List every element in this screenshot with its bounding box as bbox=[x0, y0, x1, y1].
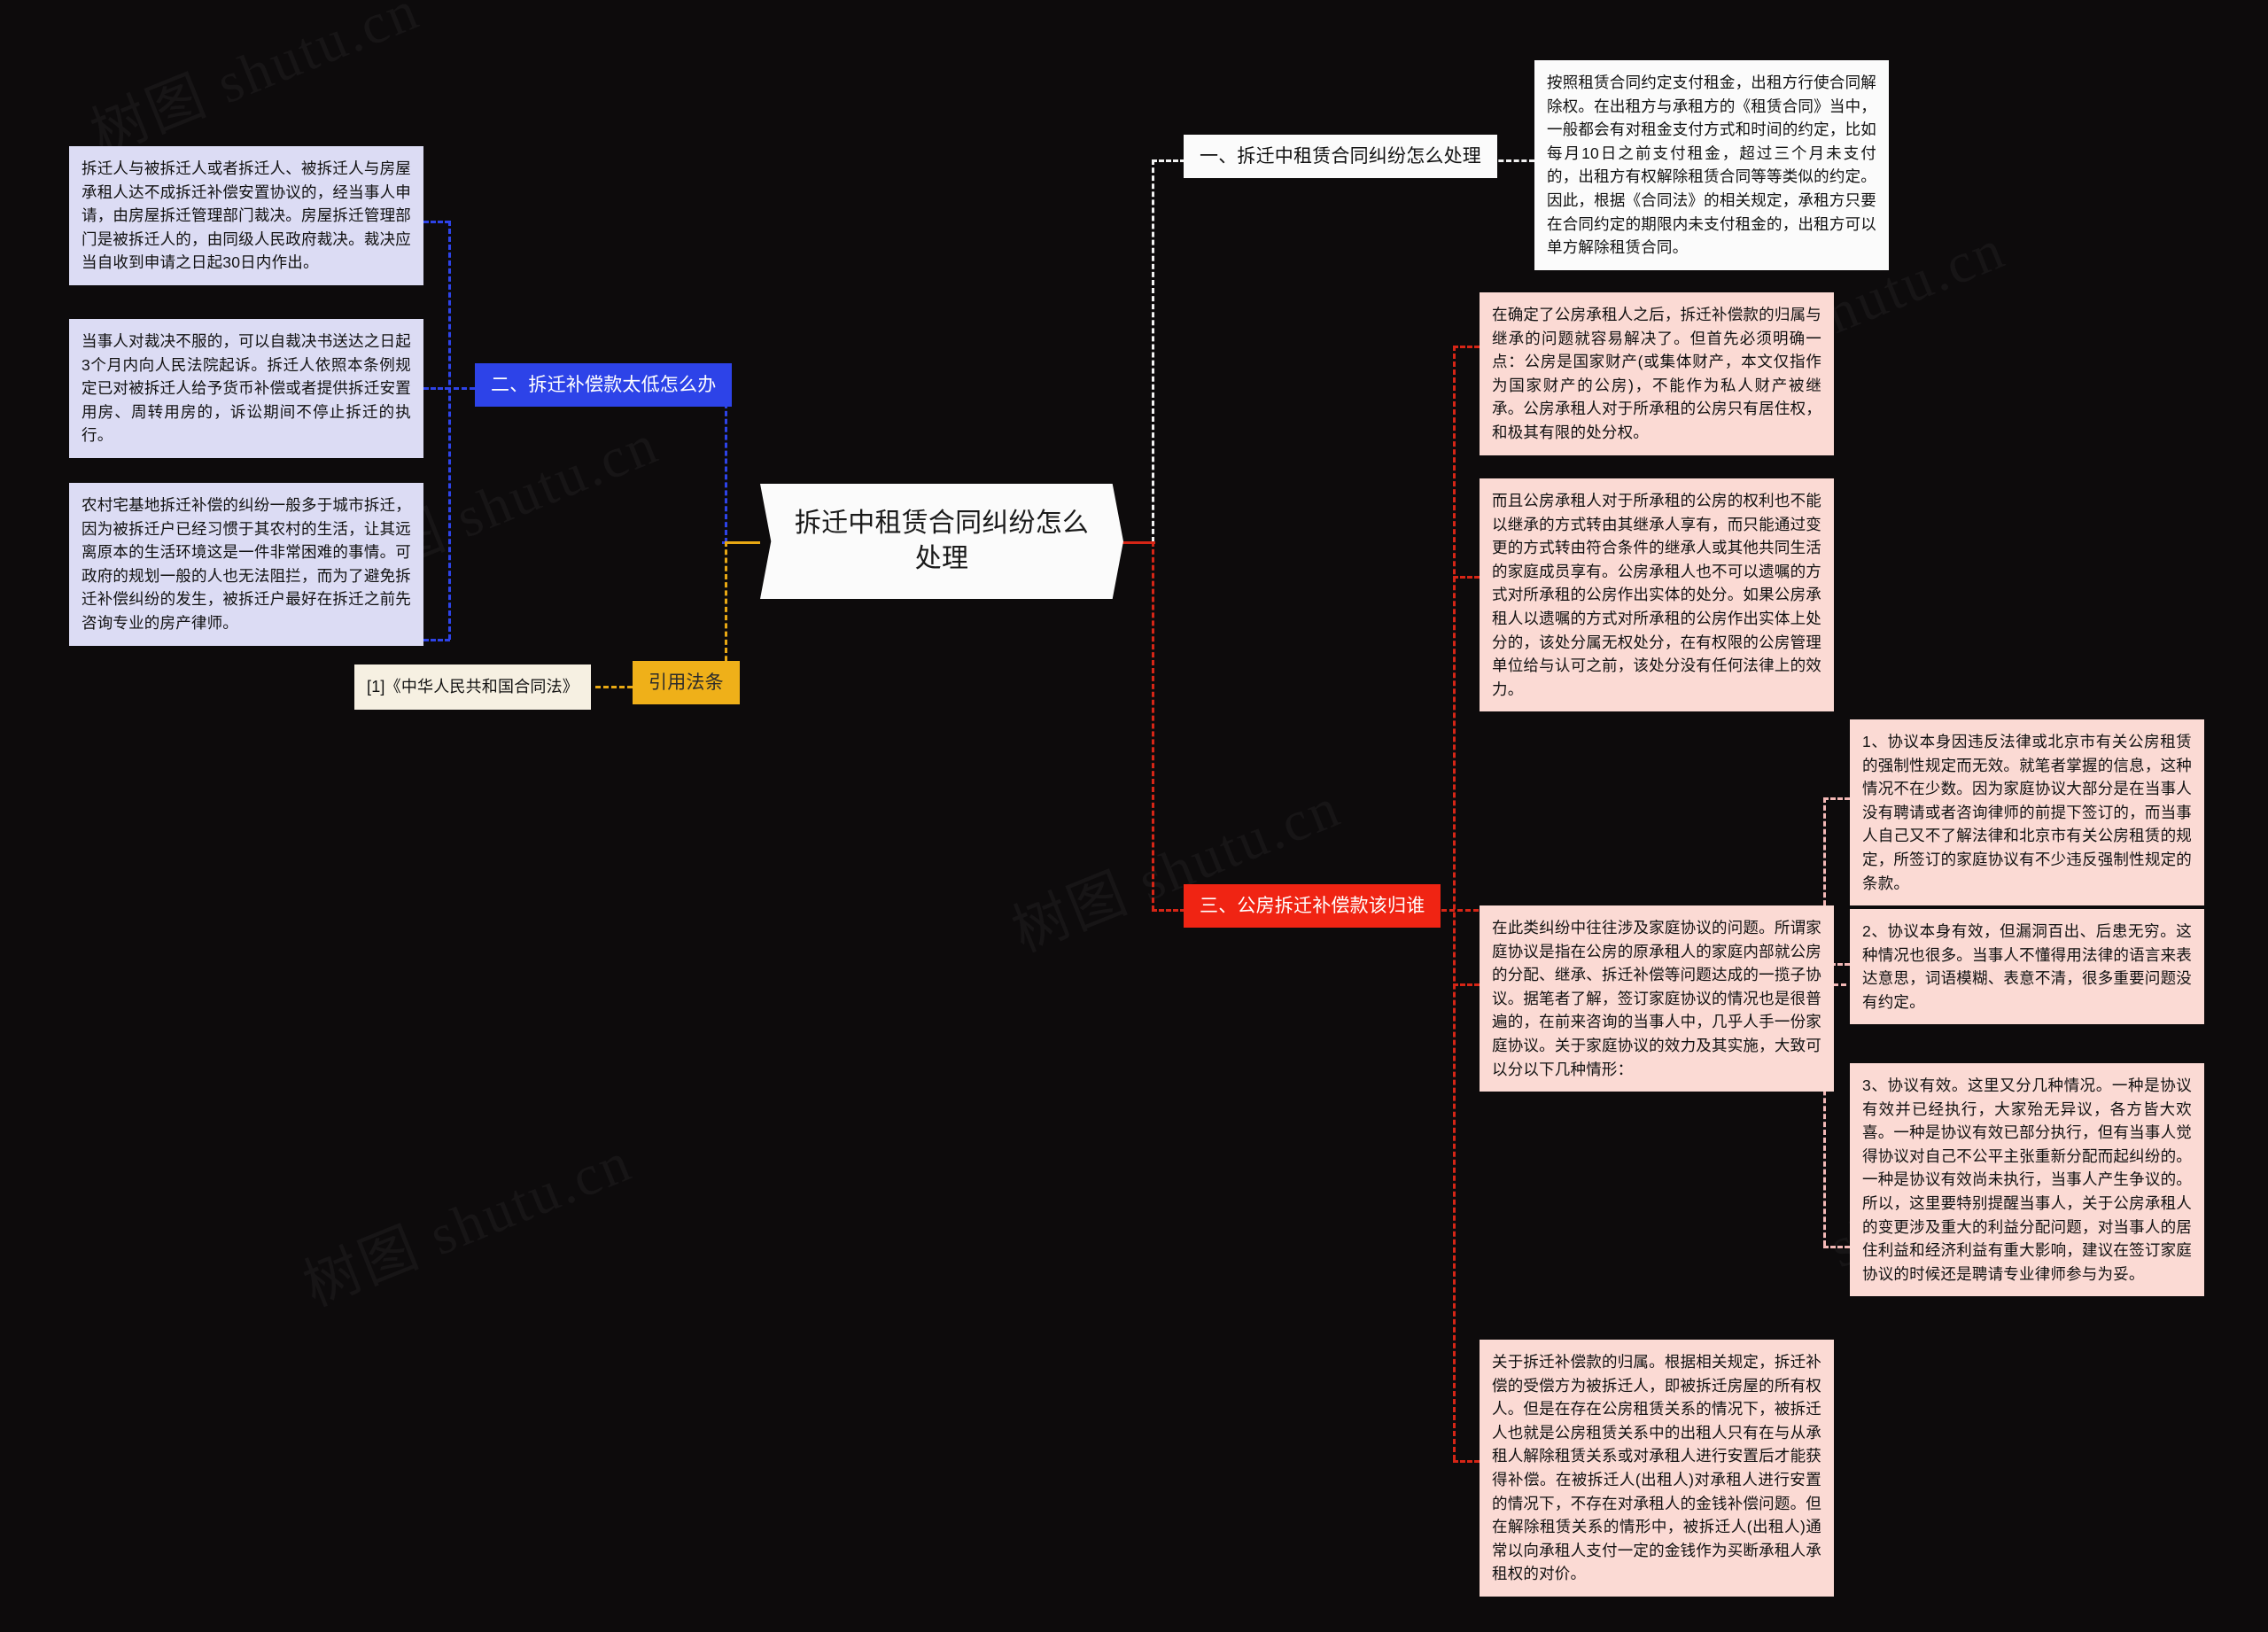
connector-leaf-2 bbox=[1453, 576, 1480, 579]
connector-central-to-section-one bbox=[1152, 159, 1154, 542]
connector-central-right-stub bbox=[1123, 541, 1153, 544]
connector-central-blue-stub bbox=[722, 541, 759, 544]
citation-header-label: 引用法条 bbox=[649, 672, 724, 693]
leaf-text: 在确定了公房承租人之后，拆迁补偿款的归属与继承的问题就容易解决了。但首先必须明确… bbox=[1492, 306, 1821, 441]
connector-central-red-stub bbox=[1120, 541, 1155, 544]
leaf-text: 关于拆迁补偿款的归属。根据相关规定，拆迁补偿的受偿方为被拆迁人，即被拆迁房屋的所… bbox=[1492, 1353, 1821, 1583]
leaf-text: 3、协议有效。这里又分几种情况。一种是协议有效并已经执行，大家殆无异议，各方皆大… bbox=[1862, 1076, 2192, 1283]
connector-leaf-4 bbox=[1453, 1460, 1480, 1463]
leaf-section-three-4[interactable]: 关于拆迁补偿款的归属。根据相关规定，拆迁补偿的受偿方为被拆迁人，即被拆迁房屋的所… bbox=[1480, 1340, 1834, 1597]
connector-section-two-spine bbox=[448, 221, 451, 640]
watermark: 树图 shutu.cn bbox=[998, 762, 1351, 968]
subleaf-agreement-1[interactable]: 1、协议本身因违反法律或北京市有关公房租赁的强制性规定而无效。就笔者掌握的信息，… bbox=[1850, 719, 2204, 906]
central-topic[interactable]: 拆迁中租赁合同纠纷怎么处理 bbox=[760, 484, 1123, 599]
leaf-citation-1[interactable]: [1]《中华人民共和国合同法》 bbox=[354, 664, 592, 711]
section-header-two[interactable]: 二、拆迁补偿款太低怎么办 bbox=[475, 363, 733, 408]
leaf-text: 拆迁人与被拆迁人或者拆迁人、被拆迁人与房屋承租人达不成拆迁补偿安置协议的，经当事… bbox=[82, 159, 411, 272]
section-header-one-label: 一、拆迁中租赁合同纠纷怎么处理 bbox=[1200, 146, 1481, 167]
leaf-text: 农村宅基地拆迁补偿的纠纷一般多于城市拆迁，因为被拆迁户已经习惯于其农村的生活，让… bbox=[82, 496, 411, 632]
connector-section-three-stub bbox=[1152, 909, 1185, 912]
section-header-one[interactable]: 一、拆迁中租赁合同纠纷怎么处理 bbox=[1184, 135, 1497, 179]
connector-stub-section-one bbox=[1152, 159, 1185, 162]
connector-leaf-l2 bbox=[423, 387, 450, 390]
leaf-section-three-2[interactable]: 而且公房承租人对于所承租的公房的权利也不能以继承的方式转由其继承人享有，而只能通… bbox=[1480, 478, 1834, 712]
leaf-section-two-3[interactable]: 农村宅基地拆迁补偿的纠纷一般多于城市拆迁，因为被拆迁户已经习惯于其农村的生活，让… bbox=[69, 483, 423, 646]
section-header-three-label: 三、公房拆迁补偿款该归谁 bbox=[1200, 896, 1425, 916]
leaf-section-two-1[interactable]: 拆迁人与被拆迁人或者拆迁人、被拆迁人与房屋承租人达不成拆迁补偿安置协议的，经当事… bbox=[69, 146, 423, 285]
citation-header[interactable]: 引用法条 bbox=[633, 661, 740, 705]
subleaf-agreement-2[interactable]: 2、协议本身有效，但漏洞百出、后患无穷。这种情况也很多。当事人不懂得用法律的语言… bbox=[1850, 909, 2204, 1025]
mindmap-canvas: 树图 shutu.cn 树图 shutu.cn 树图 shutu.cn 树图 s… bbox=[0, 0, 2268, 1632]
leaf-text: 2、协议本身有效，但漏洞百出、后患无穷。这种情况也很多。当事人不懂得用法律的语言… bbox=[1862, 922, 2192, 1011]
leaf-section-one-1[interactable]: 按照租赁合同约定支付租金，出租方行使合同解除权。在出租方与承租方的《租赁合同》当… bbox=[1534, 60, 1889, 270]
connector-section-three-spine bbox=[1453, 346, 1456, 1460]
connector-leaf-1 bbox=[1453, 346, 1480, 348]
leaf-text: 1、协议本身因违反法律或北京市有关公房租赁的强制性规定而无效。就笔者掌握的信息，… bbox=[1862, 733, 2192, 892]
leaf-text: 在此类纠纷中往往涉及家庭协议的问题。所谓家庭协议是指在公房的原承租人的家庭内部就… bbox=[1492, 919, 1821, 1078]
section-header-two-label: 二、拆迁补偿款太低怎么办 bbox=[491, 375, 717, 395]
leaf-text: [1]《中华人民共和国合同法》 bbox=[367, 678, 579, 696]
connector-leaf-3 bbox=[1453, 983, 1480, 986]
central-topic-label: 拆迁中租赁合同纠纷怎么处理 bbox=[794, 508, 1090, 574]
connector-central-to-section-two bbox=[725, 387, 727, 543]
leaf-section-two-2[interactable]: 当事人对裁决不服的，可以自裁决书送达之日起3个月内向人民法院起诉。拆迁人依照本条… bbox=[69, 319, 423, 458]
connector-citation-out bbox=[595, 686, 633, 688]
watermark: 树图 shutu.cn bbox=[290, 1116, 642, 1322]
watermark: 树图 shutu.cn bbox=[77, 0, 430, 170]
connector-leaf-l3 bbox=[423, 639, 450, 641]
section-header-three[interactable]: 三、公房拆迁补偿款该归谁 bbox=[1184, 884, 1441, 929]
leaf-text: 而且公房承租人对于所承租的公房的权利也不能以继承的方式转由其继承人享有，而只能通… bbox=[1492, 492, 1821, 698]
leaf-section-three-1[interactable]: 在确定了公房承租人之后，拆迁补偿款的归属与继承的问题就容易解决了。但首先必须明确… bbox=[1480, 292, 1834, 455]
connector-section-three-out bbox=[1441, 909, 1479, 912]
connector-central-to-section-three bbox=[1152, 541, 1154, 911]
connector-sub-1 bbox=[1823, 797, 1850, 800]
leaf-section-three-3[interactable]: 在此类纠纷中往往涉及家庭协议的问题。所谓家庭协议是指在公房的原承租人的家庭内部就… bbox=[1480, 905, 1834, 1092]
connector-central-gold-stub bbox=[725, 541, 760, 544]
subleaf-agreement-3[interactable]: 3、协议有效。这里又分几种情况。一种是协议有效并已经执行，大家殆无异议，各方皆大… bbox=[1850, 1063, 2204, 1297]
connector-section-two-out bbox=[438, 387, 475, 390]
leaf-text: 按照租赁合同约定支付租金，出租方行使合同解除权。在出租方与承租方的《租赁合同》当… bbox=[1547, 74, 1876, 257]
connector-sub-3 bbox=[1823, 1246, 1850, 1248]
connector-leaf-l1 bbox=[423, 221, 450, 223]
leaf-text: 当事人对裁决不服的，可以自裁决书送达之日起3个月内向人民法院起诉。拆迁人依照本条… bbox=[82, 332, 411, 445]
